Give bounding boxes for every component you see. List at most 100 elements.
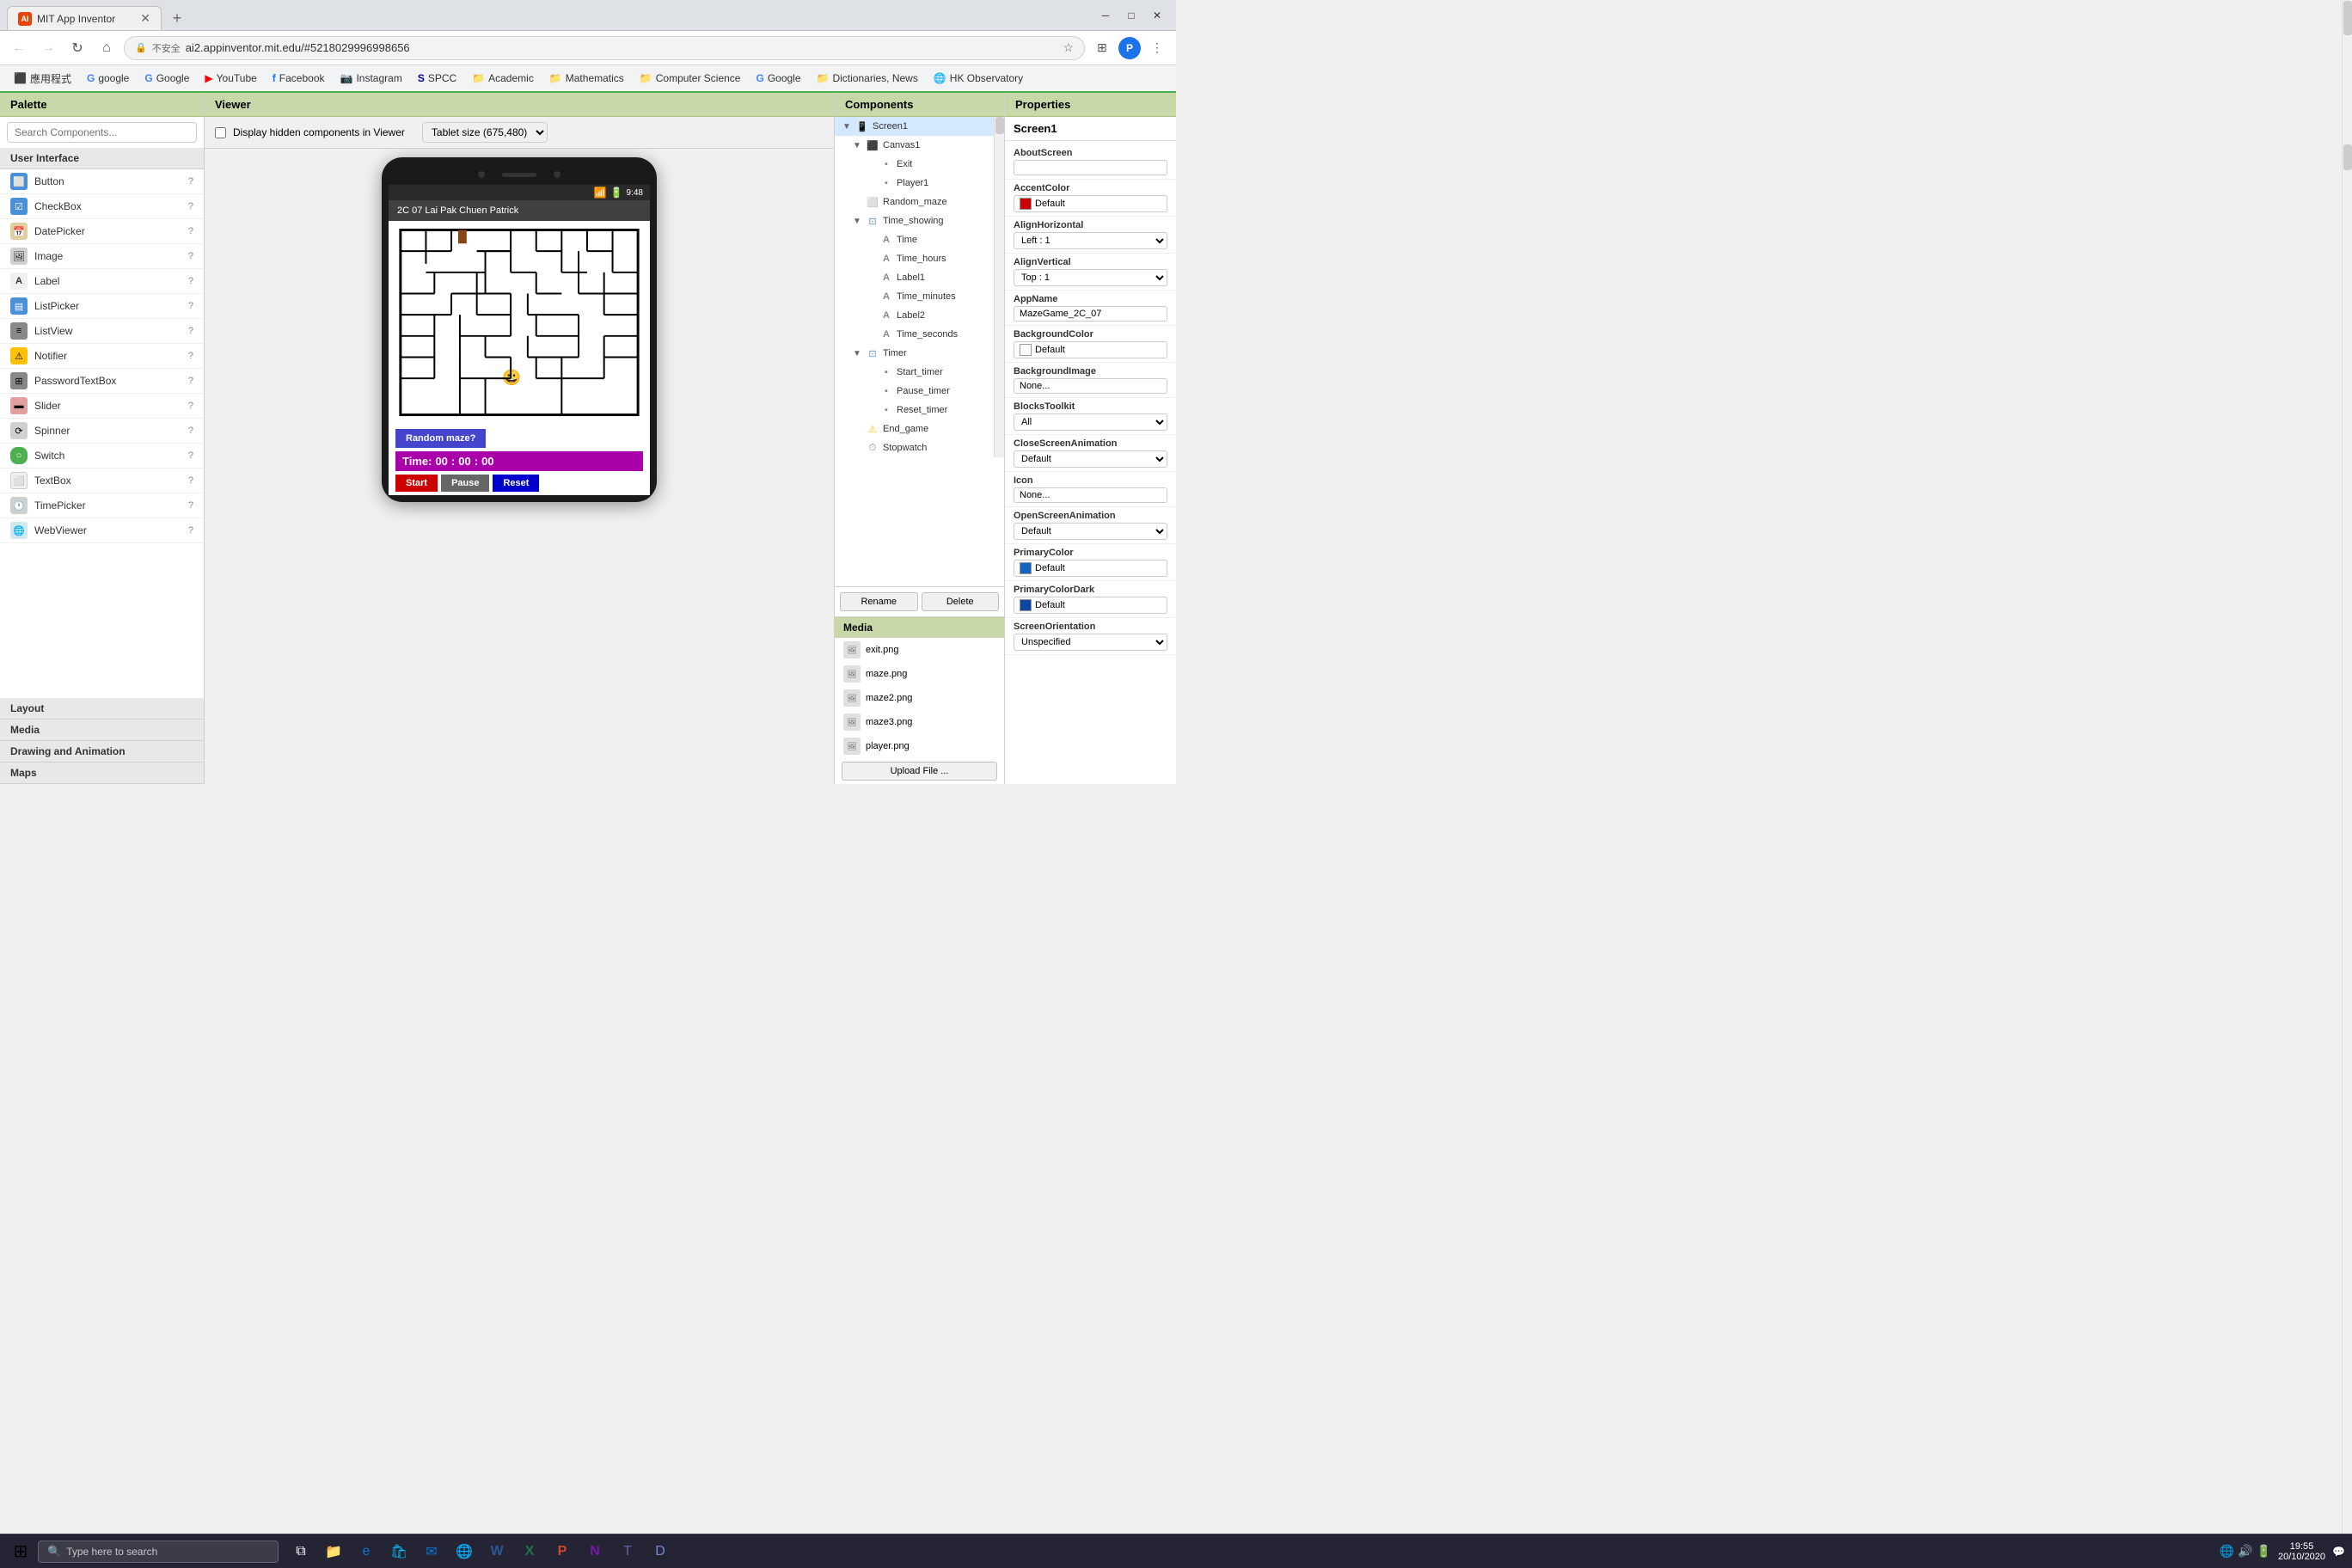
tree-item-stopwatch[interactable]: ⏱ Stopwatch <box>835 438 994 457</box>
media-section[interactable]: Media <box>0 720 204 741</box>
taskbar-app-powerpoint[interactable]: P <box>547 1536 578 1567</box>
taskbar-search-box[interactable]: 🔍 Type here to search <box>38 1540 279 1563</box>
media-item-maze2[interactable]: 🖼 maze2.png <box>835 686 1004 710</box>
component-timepicker[interactable]: 🕐 TimePicker ? <box>0 493 204 518</box>
tree-item-canvas1[interactable]: ▼ ⬛ Canvas1 <box>835 136 994 155</box>
component-textbox[interactable]: ⬜ TextBox ? <box>0 469 204 493</box>
bookmark-star-icon[interactable]: ☆ <box>1063 40 1074 55</box>
tree-item-time-seconds[interactable]: A Time_seconds <box>835 325 994 344</box>
component-listview[interactable]: ≡ ListView ? <box>0 319 204 344</box>
close-button[interactable]: ✕ <box>1145 3 1169 28</box>
search-components-input[interactable] <box>7 122 197 143</box>
bookmark-google-2[interactable]: G Google <box>138 70 196 87</box>
component-listpicker[interactable]: ▤ ListPicker ? <box>0 294 204 319</box>
background-image-input[interactable] <box>1014 378 1167 394</box>
random-maze-button[interactable]: Random maze? <box>395 429 486 448</box>
bookmark-facebook[interactable]: f Facebook <box>266 70 332 87</box>
image-help-icon[interactable]: ? <box>188 251 193 261</box>
align-vertical-select[interactable]: Top : 1 <box>1014 269 1167 286</box>
listpicker-help-icon[interactable]: ? <box>188 301 193 311</box>
bookmark-dicts[interactable]: 📁 Dictionaries, News <box>810 70 925 87</box>
start-button[interactable]: Start <box>395 475 438 492</box>
tree-item-player1[interactable]: ▪ Player1 <box>835 174 994 193</box>
extensions-icon[interactable]: ⊞ <box>1090 36 1114 60</box>
bookmark-google-1[interactable]: G google <box>80 70 136 87</box>
primary-color-display[interactable]: Default <box>1014 560 1167 577</box>
taskbar-clock[interactable]: 19:55 20/10/2020 <box>2278 1541 2325 1562</box>
url-bar[interactable]: 🔒 不安全 ai2.appinventor.mit.edu/#521802999… <box>124 36 1085 60</box>
taskbar-app-onenote[interactable]: N <box>579 1536 610 1567</box>
taskbar-app-mail[interactable]: ✉ <box>416 1536 447 1567</box>
media-item-maze3[interactable]: 🖼 maze3.png <box>835 710 1004 734</box>
notifications-button[interactable]: 💬 <box>2332 1546 2345 1558</box>
switch-help-icon[interactable]: ? <box>188 450 193 461</box>
component-switch[interactable]: ○ Switch ? <box>0 444 204 469</box>
taskbar-app-excel[interactable]: X <box>514 1536 545 1567</box>
new-tab-button[interactable]: + <box>165 6 189 30</box>
component-passwordtextbox[interactable]: ⊞ PasswordTextBox ? <box>0 369 204 394</box>
maps-section[interactable]: Maps <box>0 763 204 784</box>
spinner-help-icon[interactable]: ? <box>188 426 193 436</box>
taskbar-app-chrome[interactable]: 🌐 <box>449 1536 480 1567</box>
pause-button[interactable]: Pause <box>441 475 489 492</box>
hidden-components-checkbox[interactable] <box>215 127 226 138</box>
back-button[interactable]: ← <box>7 36 31 60</box>
notifier-help-icon[interactable]: ? <box>188 351 193 361</box>
bookmark-google-3[interactable]: G Google <box>749 70 807 87</box>
slider-help-icon[interactable]: ? <box>188 401 193 411</box>
taskbar-app-task-view[interactable]: ⧉ <box>285 1536 316 1567</box>
media-item-player[interactable]: 🖼 player.png <box>835 734 1004 758</box>
component-spinner[interactable]: ⟳ Spinner ? <box>0 419 204 444</box>
screen-orientation-select[interactable]: Unspecified <box>1014 634 1167 651</box>
taskbar-app-teams[interactable]: T <box>612 1536 643 1567</box>
profile-icon[interactable]: P <box>1118 36 1142 60</box>
tree-item-pause-timer[interactable]: ▪ Pause_timer <box>835 382 994 401</box>
tree-item-timer[interactable]: ▼ ⊡ Timer <box>835 344 994 363</box>
reset-button[interactable]: Reset <box>493 475 539 492</box>
refresh-button[interactable]: ↻ <box>65 36 89 60</box>
listview-help-icon[interactable]: ? <box>188 326 193 336</box>
tree-item-exit[interactable]: ▪ Exit <box>835 155 994 174</box>
tree-item-time-minutes[interactable]: A Time_minutes <box>835 287 994 306</box>
background-color-display[interactable]: Default <box>1014 341 1167 358</box>
start-menu-button[interactable]: ⊞ <box>7 1538 34 1565</box>
delete-button[interactable]: Delete <box>922 592 1000 611</box>
close-screen-animation-select[interactable]: Default <box>1014 450 1167 468</box>
timer-toggle[interactable]: ▼ <box>852 348 862 358</box>
align-horizontal-select[interactable]: Left : 1 <box>1014 232 1167 249</box>
tree-item-label1[interactable]: A Label1 <box>835 268 994 287</box>
bookmark-instagram[interactable]: 📷 Instagram <box>334 70 409 87</box>
comp-tree-scrollbar[interactable] <box>994 117 1004 457</box>
volume-icon[interactable]: 🔊 <box>2238 1544 2252 1559</box>
tree-item-reset-timer[interactable]: ▪ Reset_timer <box>835 401 994 420</box>
passwordtextbox-help-icon[interactable]: ? <box>188 376 193 386</box>
tab-close-btn[interactable]: ✕ <box>140 11 150 26</box>
screen1-toggle[interactable]: ▼ <box>842 121 852 132</box>
media-item-maze[interactable]: 🖼 maze.png <box>835 662 1004 686</box>
tree-item-end-game[interactable]: ⚠ End_game <box>835 420 994 438</box>
tree-item-screen1[interactable]: ▼ 📱 Screen1 <box>835 117 994 136</box>
avatar[interactable]: P <box>1118 37 1141 59</box>
menu-icon[interactable]: ⋮ <box>1145 36 1169 60</box>
component-label[interactable]: A Label ? <box>0 269 204 294</box>
datepicker-help-icon[interactable]: ? <box>188 226 193 236</box>
accent-color-display[interactable]: Default <box>1014 195 1167 212</box>
blocks-toolkit-select[interactable]: All <box>1014 413 1167 431</box>
tree-item-random-maze[interactable]: ⬜ Random_maze <box>835 193 994 211</box>
bookmark-spcc[interactable]: S SPCC <box>411 70 463 87</box>
bookmark-mathematics[interactable]: 📁 Mathematics <box>542 70 631 87</box>
canvas1-toggle[interactable]: ▼ <box>852 140 862 150</box>
taskbar-app-edge[interactable]: e <box>351 1536 382 1567</box>
forward-button[interactable]: → <box>36 36 60 60</box>
component-checkbox[interactable]: ☑ CheckBox ? <box>0 194 204 219</box>
layout-section[interactable]: Layout <box>0 698 204 720</box>
primary-color-dark-display[interactable]: Default <box>1014 597 1167 614</box>
home-button[interactable]: ⌂ <box>95 36 119 60</box>
battery-taskbar-icon[interactable]: 🔋 <box>2257 1544 2271 1559</box>
maximize-button[interactable]: □ <box>1119 3 1143 28</box>
bookmark-apps[interactable]: ⬛ 應用程式 <box>7 69 78 89</box>
drawing-animation-section[interactable]: Drawing and Animation <box>0 741 204 763</box>
bookmark-computer-science[interactable]: 📁 Computer Science <box>633 70 748 87</box>
tree-item-time-showing[interactable]: ▼ ⊡ Time_showing <box>835 211 994 230</box>
size-dropdown[interactable]: Tablet size (675,480) <box>422 122 548 143</box>
